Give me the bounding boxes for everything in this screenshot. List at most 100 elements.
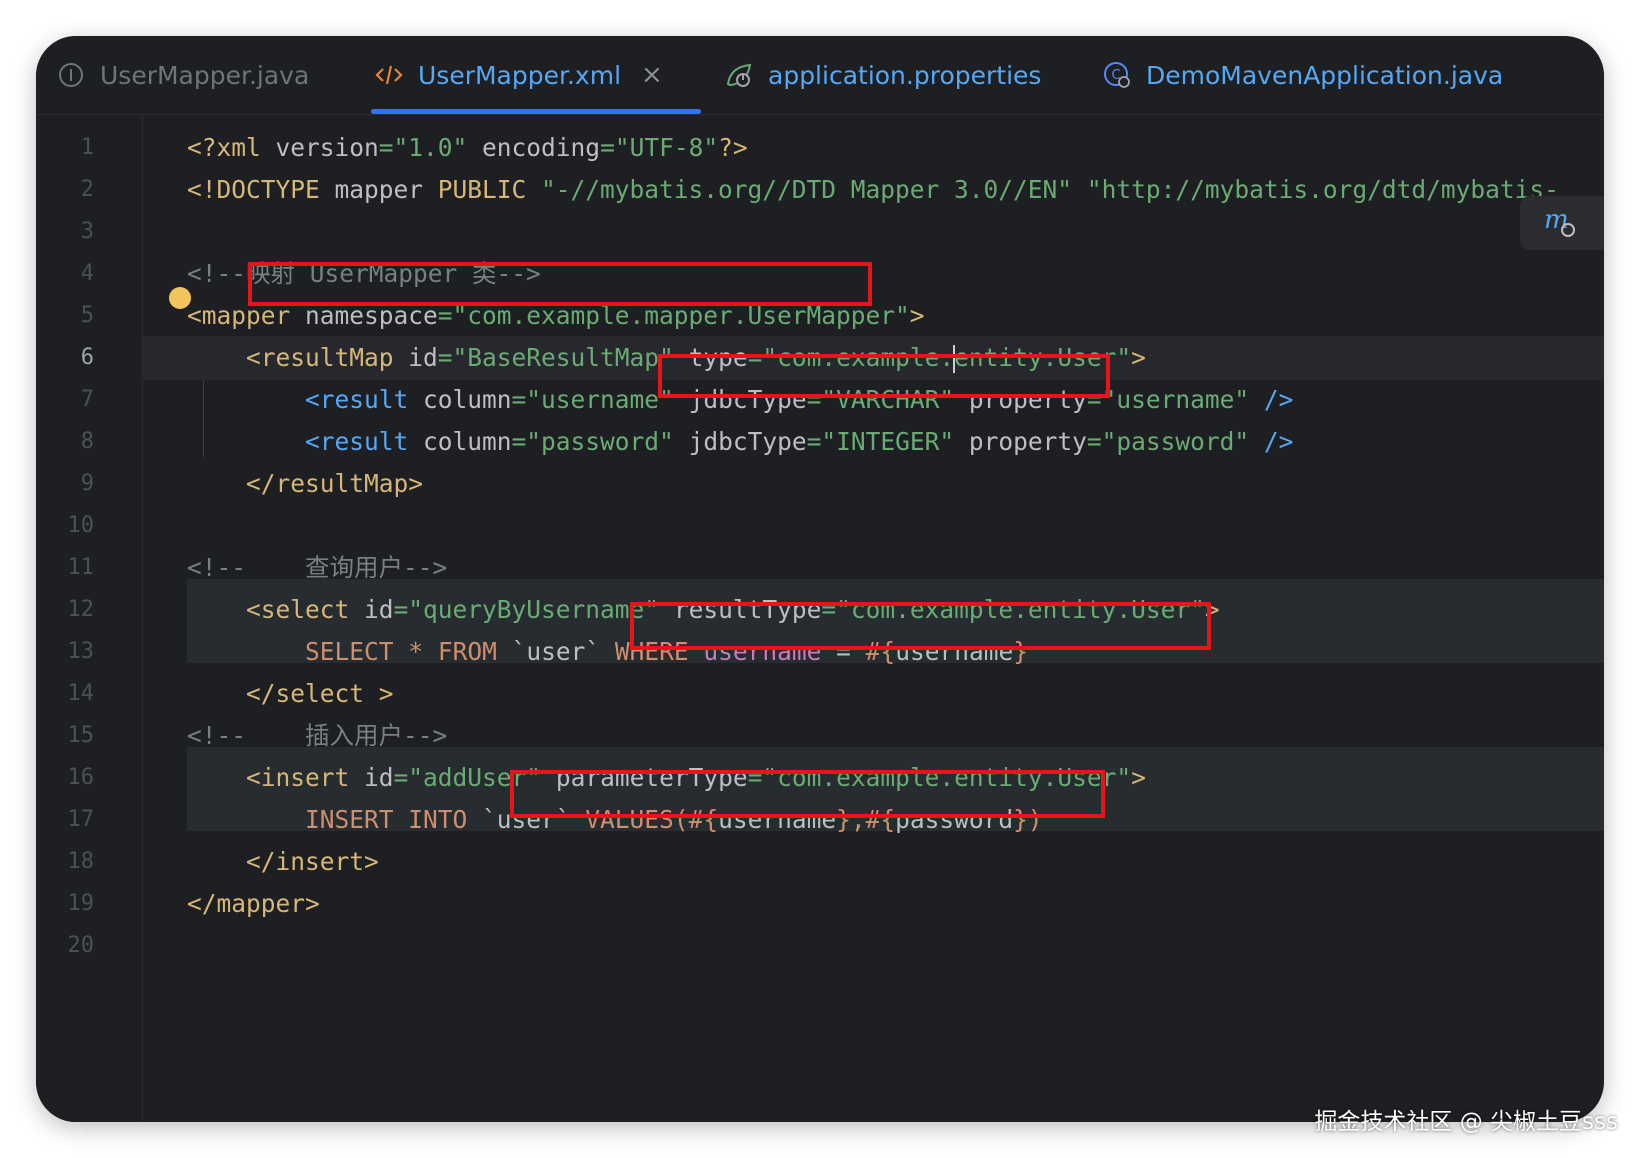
code-line[interactable]: <!-- 查询用户--> <box>143 546 1604 590</box>
code-line[interactable]: <!-- 插入用户--> <box>143 714 1604 758</box>
watermark: 掘金技术社区 @ 尖椒土豆sss <box>1314 1109 1618 1135</box>
code-token: column <box>408 427 512 456</box>
code-token: <select <box>246 595 350 624</box>
line-number: 5 <box>80 303 94 328</box>
code-line[interactable]: </resultMap> <box>143 462 1604 506</box>
line-number: 6 <box>80 345 94 370</box>
code-token: PUBLIC <box>423 175 542 204</box>
code-token: id <box>349 595 394 624</box>
code-token: id <box>393 343 438 372</box>
code-token: jdbcType <box>673 427 807 456</box>
maven-reload-icon: m <box>1540 202 1580 242</box>
highlight-box <box>510 770 1105 818</box>
editor-tab-bar: UserMapper.java UserMapper.xml × applica… <box>36 36 1604 115</box>
code-token: mapper <box>334 175 424 204</box>
code-token: /> <box>1249 427 1294 456</box>
line-number: 20 <box>67 933 95 958</box>
code-editor[interactable]: <?xml version="1.0" encoding="UTF-8"?> <!… <box>143 115 1604 1122</box>
line-number: 15 <box>67 723 95 748</box>
code-token: </resultMap> <box>246 469 424 498</box>
line-number: 3 <box>80 219 94 244</box>
tab-usermapper-xml[interactable]: UserMapper.xml × <box>374 36 663 114</box>
ide-window: UserMapper.java UserMapper.xml × applica… <box>36 36 1604 1122</box>
code-token: </select > <box>246 679 394 708</box>
code-token: ="username" <box>511 385 674 414</box>
code-token: ="password" <box>511 427 674 456</box>
code-token: </mapper> <box>187 889 320 918</box>
code-token: <result <box>305 427 409 456</box>
spring-properties-icon <box>724 60 754 90</box>
tab-application-properties[interactable]: application.properties <box>724 36 1041 114</box>
code-token: ="BaseResultMap" <box>437 343 674 372</box>
code-token: > <box>909 301 925 330</box>
code-line[interactable]: </select > <box>143 672 1604 716</box>
line-number: 4 <box>80 261 94 286</box>
interface-icon <box>56 60 86 90</box>
line-number: 9 <box>80 471 94 496</box>
code-token: encoding <box>467 133 601 162</box>
tab-label: application.properties <box>768 60 1042 90</box>
tab-label: UserMapper.java <box>100 60 310 90</box>
code-token: column <box>408 385 512 414</box>
code-token: id <box>349 763 394 792</box>
tab-usermapper-java[interactable]: UserMapper.java <box>56 36 309 114</box>
highlight-box <box>658 354 1110 398</box>
svg-text:m: m <box>1544 205 1569 235</box>
maven-reload-button[interactable]: m <box>1520 196 1604 250</box>
code-line[interactable]: <result column="password" jdbcType="INTE… <box>143 420 1604 464</box>
code-token: ="username" <box>1086 385 1250 414</box>
tab-demomavenapplication-java[interactable]: C DemoMavenApplication.java <box>1102 36 1503 114</box>
line-number: 1 <box>80 135 94 160</box>
active-tab-indicator <box>371 109 701 114</box>
line-number: 11 <box>67 555 95 580</box>
code-token: property <box>954 427 1087 456</box>
code-token: <?xml <box>187 133 276 162</box>
code-token: SELECT <box>305 637 394 666</box>
spring-app-icon: C <box>1102 60 1132 90</box>
code-line[interactable]: </insert> <box>143 840 1604 884</box>
code-token: version <box>275 133 379 162</box>
line-number: 17 <box>67 807 95 832</box>
code-token: <!-- 插入用户--> <box>187 721 448 750</box>
line-number: 7 <box>80 387 94 412</box>
line-number: 8 <box>80 429 94 454</box>
tab-label: UserMapper.xml <box>418 60 622 90</box>
tab-label: DemoMavenApplication.java <box>1146 60 1504 90</box>
xml-icon <box>374 60 404 90</box>
highlight-box <box>630 602 1211 650</box>
code-line[interactable]: <?xml version="1.0" encoding="UTF-8"?> <box>143 126 1604 170</box>
code-token: ="queryByUsername" <box>393 595 660 624</box>
code-token: <!-- 查询用户--> <box>187 553 448 582</box>
line-number-gutter: 1 2 3 4 5 6 7 8 9 10 11 12 13 14 15 16 17 18 19 20 <box>36 115 143 1122</box>
code-line[interactable] <box>143 924 1604 968</box>
code-line[interactable] <box>143 210 1604 254</box>
code-token: <result <box>305 385 409 414</box>
code-token: ="INTEGER" <box>806 427 955 456</box>
line-number: 2 <box>80 177 94 202</box>
code-token: </insert> <box>246 847 379 876</box>
close-icon[interactable]: × <box>641 60 663 90</box>
code-line[interactable]: <!DOCTYPE mapper PUBLIC "-//mybatis.org/… <box>143 168 1604 212</box>
code-token: `user` <box>496 637 615 666</box>
code-line[interactable]: </mapper> <box>143 882 1604 926</box>
line-number: 12 <box>67 597 95 622</box>
code-token: <!DOCTYPE <box>187 175 335 204</box>
line-number: 14 <box>67 681 95 706</box>
code-token: FROM <box>437 637 497 666</box>
highlight-box <box>248 262 872 306</box>
code-token: /> <box>1249 385 1294 414</box>
code-token: "http://mybatis.org/dtd/mybatis- <box>1086 175 1559 204</box>
code-token: <insert <box>246 763 350 792</box>
code-line[interactable] <box>143 504 1604 548</box>
